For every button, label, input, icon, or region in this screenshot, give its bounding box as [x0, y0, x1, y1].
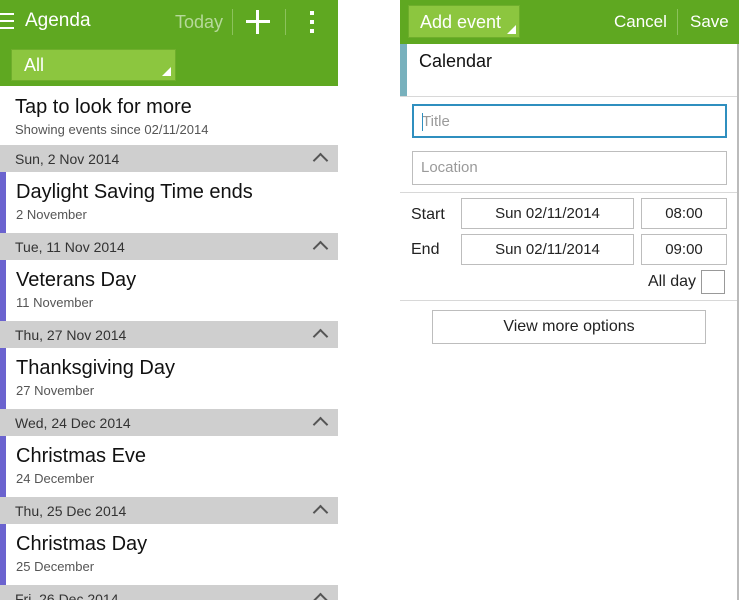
start-time-button[interactable]: 08:00 [641, 198, 727, 229]
filter-bar: All [0, 44, 338, 86]
load-more-title: Tap to look for more [15, 96, 192, 118]
chevron-up-icon[interactable] [312, 240, 329, 257]
calendar-color-bar [0, 348, 6, 409]
end-time-button[interactable]: 09:00 [641, 234, 727, 265]
panel-gap [338, 0, 400, 600]
chevron-up-icon[interactable] [312, 152, 329, 169]
event-item[interactable]: Daylight Saving Time ends 2 November [0, 172, 338, 233]
save-button[interactable]: Save [690, 12, 729, 32]
agenda-title: Agenda [25, 10, 91, 31]
date-header-label: Thu, 27 Nov 2014 [15, 327, 127, 343]
divider [677, 9, 678, 35]
date-header-label: Thu, 25 Dec 2014 [15, 503, 127, 519]
date-header-label: Sun, 2 Nov 2014 [15, 151, 120, 167]
add-event-action-bar: Add event Cancel Save [400, 0, 739, 44]
event-item[interactable]: Veterans Day 11 November [0, 260, 338, 321]
event-title: Christmas Day [16, 533, 148, 555]
event-item[interactable]: Christmas Day 25 December [0, 524, 338, 585]
dropdown-corner-icon [162, 67, 171, 76]
date-header[interactable]: Thu, 27 Nov 2014 [0, 321, 338, 348]
chevron-up-icon[interactable] [312, 328, 329, 345]
calendar-color-bar [0, 436, 6, 497]
start-label: Start [411, 206, 445, 223]
event-date: 11 November [16, 295, 94, 310]
view-more-options-button[interactable]: View more options [432, 310, 706, 344]
event-date: 2 November [16, 207, 87, 222]
event-date: 25 December [16, 559, 95, 574]
calendar-filter-dropdown[interactable]: All [11, 49, 176, 81]
title-field[interactable] [412, 104, 727, 138]
today-button[interactable]: Today [175, 12, 223, 33]
end-date-button[interactable]: Sun 02/11/2014 [461, 234, 634, 265]
overflow-menu-icon[interactable] [310, 11, 314, 33]
calendar-color-bar [0, 172, 6, 233]
dropdown-corner-icon [507, 25, 516, 34]
date-header[interactable]: Wed, 24 Dec 2014 [0, 409, 338, 436]
calendar-color-bar [400, 44, 407, 96]
calendar-selector[interactable]: Calendar [400, 44, 739, 97]
event-item[interactable]: Thanksgiving Day 27 November [0, 348, 338, 409]
event-item[interactable]: Christmas Eve 24 December [0, 436, 338, 497]
date-header-label: Fri, 26 Dec 2014 [15, 591, 119, 600]
event-title: Thanksgiving Day [16, 357, 175, 379]
event-title: Christmas Eve [16, 445, 147, 467]
date-header[interactable]: Tue, 11 Nov 2014 [0, 233, 338, 260]
all-day-checkbox[interactable] [701, 270, 725, 294]
divider [400, 300, 739, 301]
date-header[interactable]: Sun, 2 Nov 2014 [0, 145, 338, 172]
chevron-up-icon[interactable] [312, 416, 329, 433]
title-input[interactable] [422, 113, 712, 130]
date-header-label: Wed, 24 Dec 2014 [15, 415, 131, 431]
load-more-subtitle: Showing events since 02/11/2014 [15, 122, 209, 137]
load-more-row[interactable]: Tap to look for more Showing events sinc… [0, 86, 338, 145]
cancel-button[interactable]: Cancel [614, 12, 667, 32]
agenda-action-bar: Agenda Today [0, 0, 338, 44]
event-title: Veterans Day [16, 269, 137, 291]
text-cursor [422, 113, 423, 131]
menu-icon[interactable] [0, 13, 14, 31]
calendar-label: Calendar [419, 51, 493, 71]
start-date-button[interactable]: Sun 02/11/2014 [461, 198, 634, 229]
all-day-label: All day [648, 273, 697, 290]
date-header-label: Tue, 11 Nov 2014 [15, 239, 125, 255]
location-field[interactable] [412, 151, 727, 185]
chevron-up-icon[interactable] [312, 504, 329, 521]
filter-value: All [24, 55, 45, 75]
divider [285, 9, 286, 35]
event-date: 24 December [16, 471, 95, 486]
date-header[interactable]: Thu, 25 Dec 2014 [0, 497, 338, 524]
date-header[interactable]: Fri, 26 Dec 2014 [0, 585, 338, 600]
add-icon[interactable] [246, 10, 270, 34]
event-title: Daylight Saving Time ends [16, 181, 253, 203]
event-type-dropdown[interactable]: Add event [408, 5, 520, 38]
add-event-screen: Add event Cancel Save Calendar Start Sun… [400, 0, 739, 600]
divider [400, 192, 739, 193]
event-date: 27 November [16, 383, 95, 398]
agenda-screen: Agenda Today All Tap to look for more Sh… [0, 0, 338, 600]
calendar-color-bar [0, 524, 6, 585]
divider [232, 9, 233, 35]
event-type-label: Add event [420, 12, 502, 32]
calendar-color-bar [0, 260, 6, 321]
location-input[interactable] [421, 159, 711, 176]
chevron-up-icon[interactable] [312, 592, 329, 600]
end-label: End [411, 241, 440, 258]
